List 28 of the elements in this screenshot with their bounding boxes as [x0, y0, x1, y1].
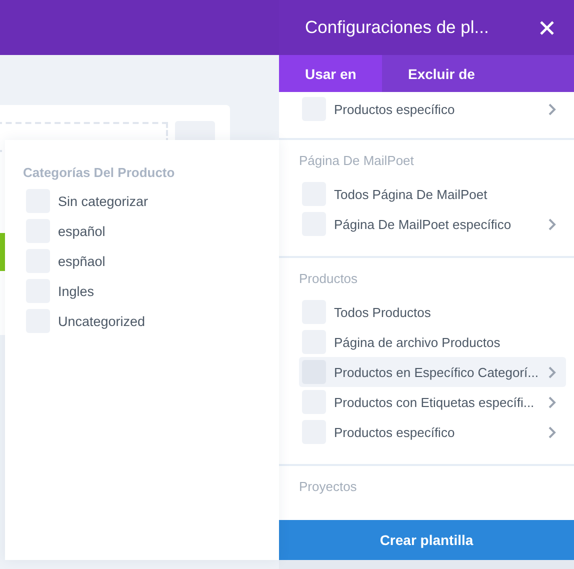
checkbox-label[interactable]: espñaol: [58, 254, 106, 268]
group-heading: Proyectos: [299, 479, 358, 496]
list-item[interactable]: Productos específico: [299, 94, 566, 124]
list-item[interactable]: Todos Productos: [299, 297, 566, 327]
tab[interactable]: Usar en: [279, 55, 382, 92]
chevron-right-icon: [548, 366, 556, 378]
checkbox-label[interactable]: español: [58, 224, 106, 238]
group-heading: Productos: [299, 271, 359, 288]
chevron-right-icon: [548, 102, 556, 116]
list-item[interactable]: Página de archivo Productos: [299, 327, 566, 357]
chevron-right-icon: [548, 396, 556, 408]
list-item[interactable]: Productos específico: [299, 417, 566, 447]
list-item[interactable]: Página De MailPoet específico: [299, 209, 566, 239]
panel-title: Configuraciones de pl...: [305, 17, 489, 38]
tab[interactable]: Excluir de: [382, 55, 485, 92]
list-item[interactable]: Productos con Etiquetas específi...: [299, 387, 566, 417]
checkbox-label[interactable]: Uncategorized: [58, 314, 146, 328]
create-template-button[interactable]: Crear plantilla: [279, 520, 574, 560]
chevron-right-icon: [548, 218, 556, 230]
chevron-right-icon: [548, 426, 556, 438]
checkbox-label[interactable]: Ingles: [58, 284, 94, 298]
list-item[interactable]: Productos en Específico Categorí...: [299, 357, 566, 387]
accent-bar: [0, 233, 5, 271]
close-icon[interactable]: [540, 20, 554, 34]
checkbox-label[interactable]: Sin categorizar: [58, 194, 148, 208]
group-heading: Página De MailPoet: [299, 153, 415, 170]
list-item[interactable]: Todos Página De MailPoet: [299, 179, 566, 209]
popup-heading: Categorías Del Producto: [23, 165, 176, 180]
